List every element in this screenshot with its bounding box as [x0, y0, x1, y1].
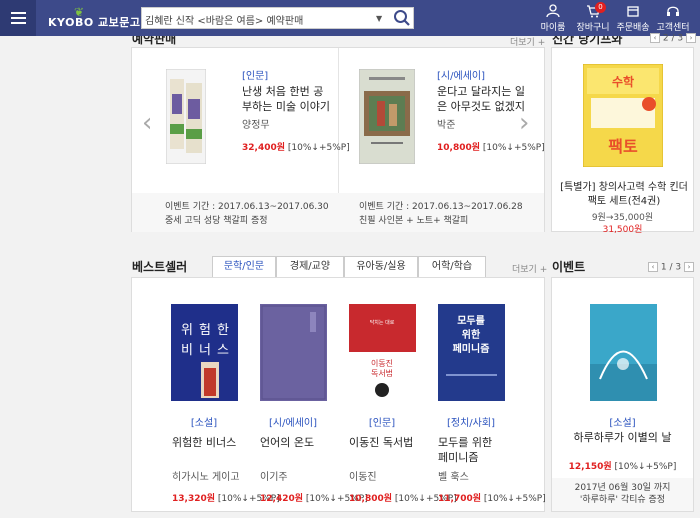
book-cover-facto[interactable]: 수학 팩토 — [582, 63, 664, 168]
bestseller-item-2[interactable]: [시/에세이] 언어의 온도 이기주 12,420원 [10%↓+5%P] — [243, 414, 368, 504]
svg-text:스: 스 — [217, 343, 229, 358]
event-panel: [소설] 하루하루가 이별의 날 12,150원 [10%↓+5%P] 2017… — [551, 277, 694, 512]
cart-count-badge: 0 — [595, 2, 606, 13]
pager-prev-icon[interactable]: ‹ — [648, 262, 658, 272]
bestseller-panel: 위 비 험 너 한 스 닥치는 대로 이동진 독서법 모두를 위한 페미니즘 [… — [131, 277, 546, 512]
bestseller-more-link[interactable]: 더보기 + — [512, 262, 547, 275]
bestseller-item-4[interactable]: [정치/사회] 모두를 위한 페미니즘 벨 훅스 11,700원 [10%↓+5… — [421, 414, 546, 504]
bestseller-title: 베스트셀러 — [132, 260, 188, 274]
tab-literature[interactable]: 문학/인문 — [212, 256, 276, 278]
kyobo-logo[interactable]: ❦ KYOBO 교보문고 — [44, 5, 140, 30]
book-title[interactable]: 모두를 위한 페미니즘 — [421, 435, 505, 465]
event-price: 12,150원 [10%↓+5%P] — [568, 462, 677, 472]
book-title[interactable]: 이동진 독서법 — [332, 435, 432, 465]
book-cover-farewell[interactable] — [590, 304, 657, 401]
new-book-price: 31,500원 — [602, 225, 643, 235]
headset-icon — [667, 6, 679, 16]
event-book-title[interactable]: 하루하루가 이별의 날 — [552, 430, 693, 445]
top-header: ❦ KYOBO 교보문고 김혜란 신작 <바람은 여름> 예약판매 ▼ 마이룸 … — [0, 0, 700, 36]
svg-text:위: 위 — [181, 323, 193, 338]
book-cover-crying[interactable] — [358, 68, 416, 165]
book-title[interactable]: 언어의 온도 — [243, 435, 343, 465]
book-title[interactable]: 위험한 비너스 — [154, 435, 254, 465]
pager-prev-icon[interactable]: ‹ — [650, 33, 660, 43]
mypage-button[interactable]: 마이룸 — [535, 4, 571, 33]
book-title[interactable]: 난생 처음 한번 공부하는 미술 이야기 3. — [242, 84, 332, 114]
chevron-down-icon[interactable]: ▼ — [376, 14, 382, 23]
person-icon — [546, 4, 560, 18]
new-book-name[interactable]: [특별가] 창의사고력 수학 킨더팩토 세트(전4권) — [560, 181, 688, 209]
bestseller-item-1[interactable]: [소설] 위험한 비너스 히가시노 게이고 13,320원 [10%↓+5%P] — [154, 414, 280, 504]
preorder-panel: ‹ › [인문] 난생 처음 한번 공부하는 미술 이야기 3. 양정무 32,… — [131, 47, 545, 232]
new-book-pager: ‹ 2 / 3 › — [650, 33, 696, 44]
svg-text:독서법: 독서법 — [371, 368, 393, 378]
book-cover-feminism[interactable]: 모두를 위한 페미니즘 — [438, 304, 505, 401]
svg-text:팩토: 팩토 — [608, 137, 638, 156]
delivery-button[interactable]: 주문배송 — [615, 4, 651, 33]
svg-text:비: 비 — [181, 343, 193, 358]
cart-button[interactable]: 0 장바구니 — [575, 2, 611, 33]
svg-text:페미니즘: 페미니즘 — [453, 342, 490, 355]
book-cover-venus[interactable]: 위 비 험 너 한 스 — [171, 304, 238, 401]
pager-next-icon[interactable]: › — [685, 33, 696, 43]
svg-text:위한: 위한 — [462, 328, 481, 341]
svg-text:모두를: 모두를 — [457, 315, 485, 327]
delivery-icon — [627, 6, 639, 17]
hamburger-menu-button[interactable] — [0, 0, 36, 36]
search-input[interactable]: 김혜란 신작 <바람은 여름> 예약판매 ▼ — [141, 7, 414, 29]
prev-arrow-icon[interactable]: ‹ — [142, 108, 152, 138]
book-cover-temperature[interactable] — [260, 304, 327, 401]
search-input-value[interactable]: 김혜란 신작 <바람은 여름> 예약판매 — [145, 12, 303, 27]
event-info[interactable]: 2017년 06월 30일 까지 '하루하루' 각티슈 증정 — [552, 478, 693, 511]
preorder-item-1[interactable]: [인문] 난생 처음 한번 공부하는 미술 이야기 3. 양정무 32,400원… — [242, 67, 350, 153]
tab-children[interactable]: 유아동/실용 — [344, 256, 418, 278]
tab-economy[interactable]: 경제/교양 — [276, 256, 344, 278]
customer-center-button[interactable]: 고객센터 — [655, 4, 691, 33]
book-title[interactable]: 운다고 달라지는 일은 아무것도 없겠지 — [437, 84, 527, 114]
book-cover-art-story[interactable] — [165, 68, 207, 165]
svg-text:너: 너 — [199, 343, 211, 358]
new-book-panel: 수학 팩토 [특별가] 창의사고력 수학 킨더팩토 세트(전4권) 9원→35,… — [551, 47, 694, 235]
svg-text:험: 험 — [199, 323, 211, 338]
svg-text:한: 한 — [217, 323, 229, 338]
svg-text:수학: 수학 — [612, 74, 634, 89]
event-title: 이벤트 — [552, 260, 586, 274]
event-info-2[interactable]: 이벤트 기간 : 2017.06.13~2017.06.28 친필 사인본 + … — [359, 200, 523, 228]
svg-text:닥치는 대로: 닥치는 대로 — [370, 319, 395, 326]
tab-language[interactable]: 어학/학습 — [418, 256, 486, 278]
search-icon[interactable] — [393, 9, 411, 27]
preorder-item-2[interactable]: [시/에세이] 운다고 달라지는 일은 아무것도 없겠지 박준 10,800원 … — [437, 67, 545, 153]
event-info-1[interactable]: 이벤트 기간 : 2017.06.13~2017.06.30 중세 고딕 성당 … — [165, 200, 329, 228]
bestseller-item-3[interactable]: [인문] 이동진 독서법 이동진 10,800원 [10%↓+5%P] — [332, 414, 457, 504]
svg-text:이동진: 이동진 — [371, 358, 393, 368]
book-cover-reading-method[interactable]: 닥치는 대로 이동진 독서법 — [349, 304, 416, 401]
pager-next-icon[interactable]: › — [683, 262, 694, 272]
event-pager: ‹ 1 / 3 › — [648, 262, 694, 273]
